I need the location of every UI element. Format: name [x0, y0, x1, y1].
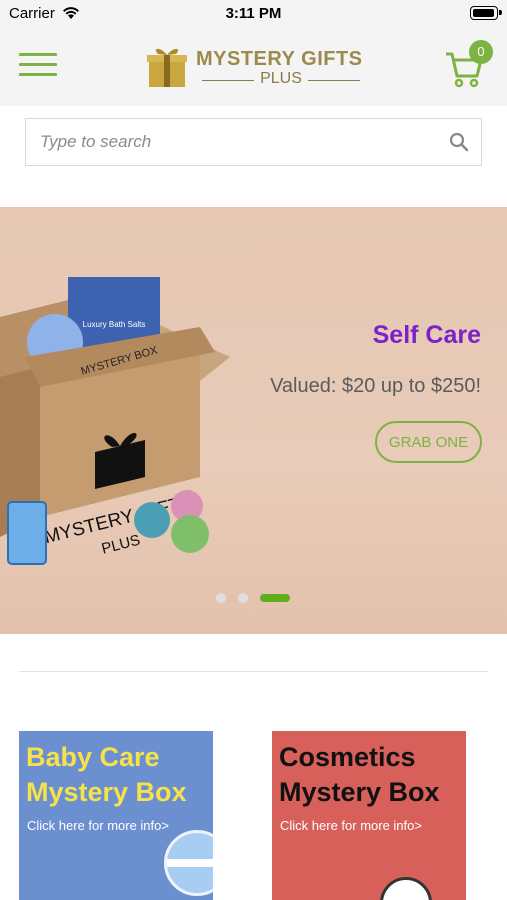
search-icon[interactable]	[449, 132, 469, 152]
carousel-dot-active[interactable]	[260, 594, 290, 602]
baby-rattle-image	[164, 830, 213, 896]
cosmetics-box-card[interactable]: Cosmetics Mystery Box Click here for mor…	[272, 731, 466, 900]
menu-line-icon	[19, 73, 57, 76]
section-divider	[19, 671, 488, 672]
status-time: 3:11 PM	[225, 5, 282, 22]
card-title-line: Mystery Box	[26, 777, 187, 807]
card-title-line: Baby Care	[26, 742, 160, 772]
bath-salts-label: Luxury Bath Salts	[83, 320, 146, 329]
slide-title: Self Care	[372, 321, 481, 349]
card-title: Baby Care Mystery Box	[26, 740, 187, 810]
card-info-link[interactable]: Click here for more info>	[27, 818, 169, 833]
carousel-dot[interactable]	[216, 593, 226, 603]
card-title: Cosmetics Mystery Box	[279, 740, 440, 810]
hamburger-menu-button[interactable]	[19, 53, 57, 77]
logo-subtitle: PLUS	[202, 70, 360, 88]
status-bar: Carrier 3:11 PM	[0, 0, 507, 26]
baby-care-box-card[interactable]: Baby Care Mystery Box Click here for mor…	[19, 731, 213, 900]
carousel-dot[interactable]	[238, 593, 248, 603]
menu-line-icon	[19, 53, 57, 56]
battery-icon	[470, 6, 502, 20]
logo-title: MYSTERY GIFTS	[196, 48, 363, 70]
app-header: MYSTERY GIFTS PLUS 0	[0, 26, 507, 106]
grab-one-button[interactable]: GRAB ONE	[375, 421, 482, 463]
card-title-line: Mystery Box	[279, 777, 440, 807]
cart-count-badge: 0	[469, 40, 493, 64]
slide-subtitle: Valued: $20 up to $250!	[270, 375, 481, 397]
search-input[interactable]	[40, 119, 430, 165]
brand-logo[interactable]: MYSTERY GIFTS PLUS	[146, 40, 363, 90]
gift-box-logo-icon	[147, 48, 187, 87]
promo-carousel[interactable]: Luxury Bath Salts MYSTERY BOX MYSTERY GI…	[0, 207, 507, 634]
mirror-image	[380, 877, 432, 900]
search-bar	[25, 118, 482, 166]
card-title-line: Cosmetics	[279, 742, 416, 772]
menu-line-icon	[19, 63, 57, 66]
card-info-link[interactable]: Click here for more info>	[280, 818, 422, 833]
box-label-plus: PLUS	[100, 532, 142, 558]
cart-button[interactable]: 0	[444, 40, 494, 90]
mystery-box-image: Luxury Bath Salts MYSTERY BOX MYSTERY GI…	[0, 277, 230, 565]
